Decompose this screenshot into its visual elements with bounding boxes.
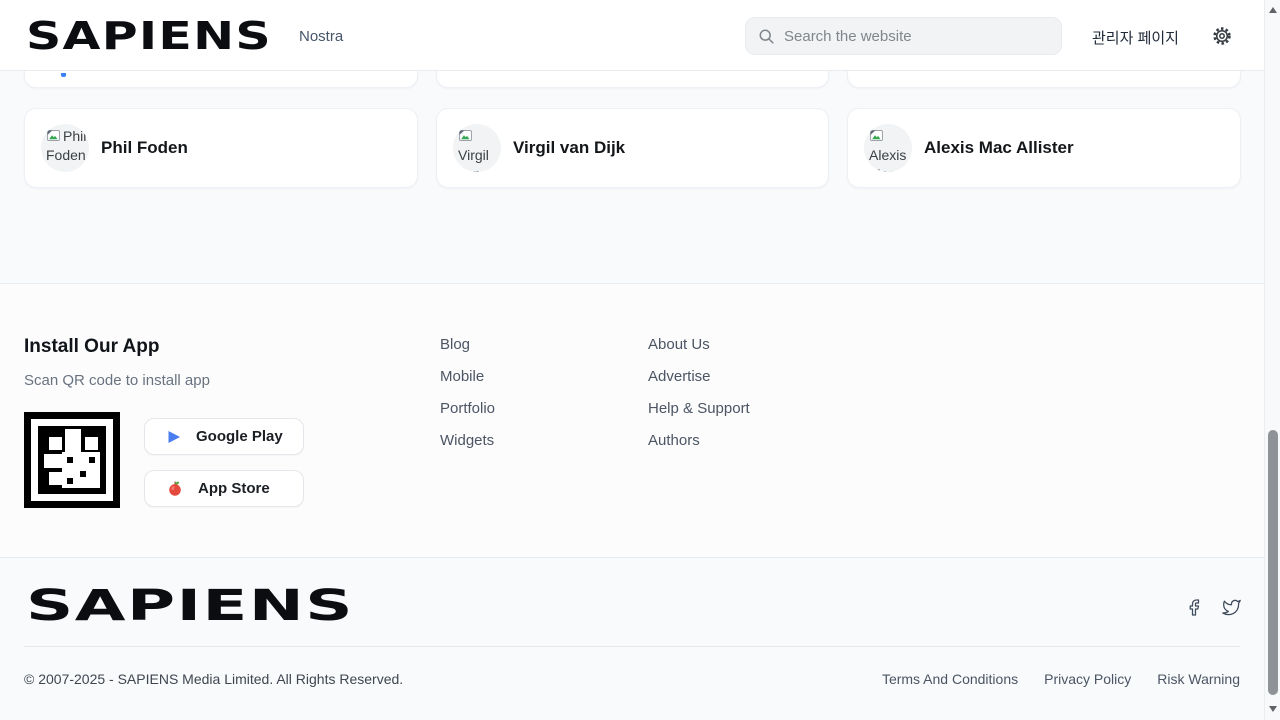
admin-page-link[interactable]: 관리자 페이지 — [1092, 27, 1179, 48]
footer-link-portfolio[interactable]: Portfolio — [440, 401, 495, 417]
footer-link-about[interactable]: About Us — [648, 337, 750, 353]
apple-icon — [167, 480, 183, 497]
footer-bottom: SAPIENS © 2007-2025 - SAPIENS Media Limi… — [0, 557, 1264, 720]
avatar-alt-text: Alexis Mac Allister — [869, 147, 911, 172]
terms-link[interactable]: Terms And Conditions — [882, 671, 1018, 687]
search-box[interactable] — [745, 17, 1062, 55]
player-name: Virgil van Dijk — [513, 138, 625, 158]
google-play-button[interactable]: Google Play — [144, 418, 304, 455]
footer-link-column-1: Blog Mobile Portfolio Widgets — [440, 337, 495, 465]
install-app-title: Install Our App — [24, 336, 159, 358]
footer-link-mobile[interactable]: Mobile — [440, 369, 495, 385]
site-logo-text: SAPIENS — [26, 16, 272, 56]
footer-link-advertise[interactable]: Advertise — [648, 369, 750, 385]
player-card[interactable]: Alexis Mac Allister Alexis Mac Allister — [847, 108, 1241, 188]
broken-image-icon — [46, 128, 61, 143]
page: Phil Foden Phil Foden Virgil van Dijk Vi… — [0, 0, 1280, 720]
site-logo[interactable]: SAPIENS — [24, 16, 274, 56]
scrollbar[interactable] — [1264, 0, 1280, 720]
player-card[interactable]: Phil Foden Phil Foden — [24, 108, 418, 188]
footer-link-widgets[interactable]: Widgets — [440, 433, 495, 449]
scrollbar-thumb[interactable] — [1268, 430, 1278, 695]
footer-link-blog[interactable]: Blog — [440, 337, 495, 353]
copyright-text: © 2007-2025 - SAPIENS Media Limited. All… — [24, 671, 403, 687]
avatar: Alexis Mac Allister — [864, 124, 912, 172]
app-store-label: App Store — [198, 480, 270, 497]
player-card[interactable]: Virgil van Dijk Virgil van Dijk — [436, 108, 829, 188]
twitter-icon[interactable] — [1221, 598, 1242, 617]
search-input[interactable] — [784, 28, 1049, 45]
avatar-alt-text: Virgil van Dijk — [458, 147, 489, 172]
site-name: Nostra — [299, 28, 343, 45]
qr-code — [24, 412, 120, 508]
broken-image-icon — [869, 128, 884, 143]
player-name: Phil Foden — [101, 138, 188, 158]
footer-link-authors[interactable]: Authors — [648, 433, 750, 449]
legal-links: Terms And Conditions Privacy Policy Risk… — [882, 671, 1240, 687]
play-triangle-icon — [167, 430, 181, 444]
social-links — [1185, 598, 1242, 617]
broken-image-icon — [458, 128, 473, 143]
risk-link[interactable]: Risk Warning — [1157, 671, 1240, 687]
footer-link-column-2: About Us Advertise Help & Support Author… — [648, 337, 750, 465]
scrollbar-up-arrow[interactable] — [1269, 7, 1277, 13]
clipped-image-fragment — [61, 73, 66, 77]
footer-link-help[interactable]: Help & Support — [648, 401, 750, 417]
app-store-button[interactable]: App Store — [144, 470, 304, 507]
gear-icon[interactable] — [1212, 26, 1232, 46]
avatar: Virgil van Dijk — [453, 124, 501, 172]
search-icon — [758, 28, 775, 45]
facebook-icon[interactable] — [1185, 598, 1203, 617]
install-app-subtitle: Scan QR code to install app — [24, 372, 210, 389]
avatar: Phil Foden — [41, 124, 89, 172]
footer: Install Our App Scan QR code to install … — [0, 283, 1264, 557]
google-play-label: Google Play — [196, 428, 283, 445]
footer-logo: SAPIENS — [24, 582, 356, 628]
footer-divider — [24, 646, 1240, 647]
footer-logo-text: SAPIENS — [26, 582, 354, 628]
player-name: Alexis Mac Allister — [924, 138, 1074, 158]
scrollbar-down-arrow[interactable] — [1269, 706, 1277, 712]
privacy-link[interactable]: Privacy Policy — [1044, 671, 1131, 687]
header: SAPIENS Nostra 관리자 페이지 — [0, 0, 1264, 71]
